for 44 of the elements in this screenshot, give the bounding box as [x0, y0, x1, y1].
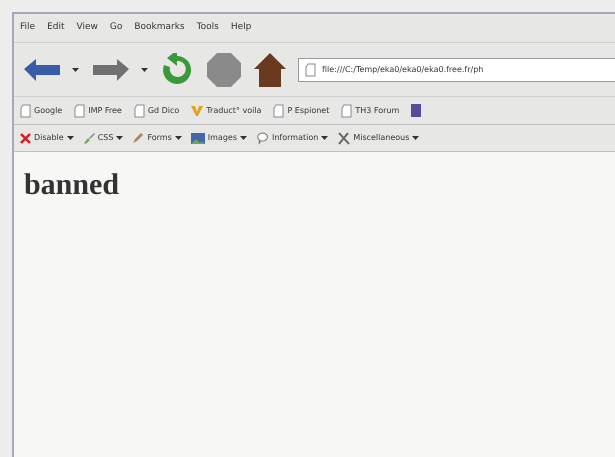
bookmark-link[interactable]: Google	[20, 104, 62, 118]
caret-icon	[66, 136, 74, 140]
url-text: file:///C:/Temp/eka0/eka0/eka0.free.fr/ph	[322, 64, 484, 76]
caret-icon	[321, 136, 328, 140]
page-icon	[134, 104, 145, 118]
address-field[interactable]: file:///C:/Temp/eka0/eka0/eka0.free.fr/ph	[298, 58, 615, 82]
menu-item[interactable]: View	[76, 21, 98, 35]
bookmark-link[interactable]: Traduct° voila	[191, 104, 262, 116]
speech-bubble-icon	[256, 132, 269, 144]
stop-icon[interactable]	[206, 52, 242, 88]
bookmark-link[interactable]: Gd Dico	[134, 104, 180, 118]
toolbar-menu-button[interactable]: Images	[190, 132, 247, 144]
page-icon	[20, 104, 31, 118]
v-icon	[191, 104, 204, 116]
page-icon	[305, 62, 316, 76]
caret-icon	[116, 136, 124, 140]
caret-icon	[141, 68, 148, 72]
bookmark-link[interactable]: P Espionet	[273, 104, 330, 118]
menu-item[interactable]: Edit	[47, 21, 64, 35]
pencil-icon	[132, 132, 144, 144]
menu-item[interactable]: File	[20, 21, 36, 35]
toolbar-menu-button[interactable]: Forms	[132, 132, 182, 144]
toolbar-menu-button[interactable]: Disable	[20, 132, 74, 144]
page-icon	[341, 104, 352, 118]
menu-item[interactable]: Bookmarks	[134, 21, 185, 35]
page-icon	[74, 104, 86, 118]
menu-item[interactable]: Tools	[196, 21, 219, 35]
page-icon	[273, 104, 284, 118]
menu-item[interactable]: Go	[110, 21, 122, 35]
cross-icon	[20, 132, 31, 144]
bookmark-link[interactable]: TH3 Forum	[341, 104, 400, 118]
bookmark-link[interactable]: IMP Free	[74, 104, 122, 118]
toolbar-menu-button[interactable]: Information	[256, 132, 328, 144]
brush-icon	[82, 132, 95, 144]
image-icon	[190, 132, 205, 144]
toolbar-menu-button[interactable]: Miscellaneous	[337, 132, 420, 144]
menu-item[interactable]: Help	[230, 21, 252, 35]
caret-icon	[72, 68, 79, 72]
caret-icon	[240, 136, 247, 140]
toolbar-menu-button[interactable]: CSS	[82, 132, 124, 144]
caret-icon	[412, 136, 420, 140]
caret-icon	[174, 136, 182, 140]
page-heading: banned	[24, 167, 120, 203]
home-icon[interactable]	[252, 52, 288, 88]
